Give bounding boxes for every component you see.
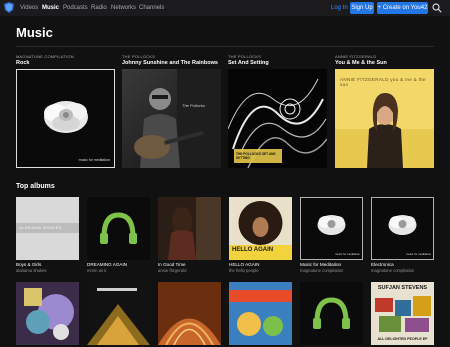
featured-kicker: THE POLLOCKS (122, 54, 156, 59)
album-cover[interactable]: THE POLLOCKS SET AND SETTING (228, 69, 327, 168)
search-icon[interactable] (432, 3, 442, 13)
album-cover[interactable] (229, 282, 292, 345)
album-tile[interactable] (229, 282, 292, 345)
featured-album-rock[interactable]: MAGNATUNE COMPILATION Rock music for med… (16, 54, 115, 168)
album-artist: alabama shakes (16, 268, 47, 273)
signup-button[interactable]: Sign Up (350, 2, 374, 14)
album-tile[interactable]: HELLO AGAIN HELLO AGAIN the hello people (229, 197, 292, 273)
album-tile[interactable]: music for meditation Electronica magnatu… (371, 197, 434, 273)
album-artist: magnatune compilation (300, 268, 344, 273)
album-cover[interactable] (87, 282, 150, 345)
cover-caption: ALABAMA SHAKES (19, 225, 63, 230)
album-tile[interactable] (16, 282, 79, 345)
album-tile[interactable] (87, 282, 150, 345)
album-cover[interactable]: music for meditation (16, 69, 115, 168)
cover-caption: music for meditation (78, 158, 110, 162)
nav-channels[interactable]: Channels (139, 4, 164, 12)
cover-caption: music for meditation (334, 252, 360, 256)
album-cover[interactable] (16, 282, 79, 345)
you42-logo-icon[interactable] (4, 2, 14, 13)
featured-title: You & Me & the Sun (335, 60, 387, 66)
nav-music[interactable]: Music (42, 4, 59, 12)
featured-album-you-me-sun[interactable]: ANNIE FITZGERALD You & Me & the Sun ANNI… (335, 54, 434, 168)
album-tile[interactable]: In Good Time annie fitzgerald (158, 197, 221, 273)
album-cover[interactable]: HELLO AGAIN (229, 197, 292, 260)
featured-title: Rock (16, 60, 30, 66)
nav-videos[interactable]: Videos (20, 4, 38, 12)
page-title: Music (16, 25, 53, 40)
album-cover[interactable]: ALABAMA SHAKES (16, 197, 79, 260)
create-button[interactable]: + Create on You42 (377, 2, 428, 14)
divider (16, 46, 434, 47)
nav-networks[interactable]: Networks (111, 4, 136, 12)
top-nav-bar: Videos Music Podcasts Radio Networks Cha… (0, 0, 450, 16)
featured-album-set-and-setting[interactable]: THE POLLOCKS Set And Setting THE POLLOCK… (228, 54, 327, 168)
nav-radio[interactable]: Radio (91, 4, 107, 12)
album-tile[interactable]: DREAMING AGAIN mmm as it (87, 197, 150, 273)
featured-title: Johnny Sunshine and The Rainbows (122, 60, 218, 66)
album-artist: annie fitzgerald (158, 268, 187, 273)
album-artist: the hello people (229, 268, 259, 273)
cover-caption: The Pollocks (182, 103, 205, 108)
cover-caption-2: ALL DELIGHTED PEOPLE EP (377, 337, 428, 341)
album-cover[interactable] (300, 282, 363, 345)
login-link[interactable]: Log In (331, 4, 348, 12)
cover-caption: music for meditation (405, 252, 431, 256)
album-cover[interactable]: music for meditation (371, 197, 434, 260)
featured-kicker: MAGNATUNE COMPILATION (16, 54, 74, 59)
cover-caption: SUFJAN STEVENS (377, 285, 428, 291)
cover-caption: HELLO AGAIN (232, 247, 274, 253)
album-artist: magnatune compilation (371, 268, 415, 273)
featured-kicker: ANNIE FITZGERALD (335, 54, 377, 59)
album-tile[interactable]: ALABAMA SHAKES Boys & Girls alabama shak… (16, 197, 79, 273)
album-cover[interactable]: The Pollocks (122, 69, 221, 168)
album-cover[interactable] (158, 197, 221, 260)
album-tile[interactable]: SUFJAN STEVENS ALL DELIGHTED PEOPLE EP (371, 282, 434, 345)
cover-caption: ANNIE FITZGERALD you & me & the sun (340, 77, 426, 87)
album-tile[interactable] (300, 282, 363, 345)
album-tile[interactable] (158, 282, 221, 345)
featured-kicker: THE POLLOCKS (228, 54, 262, 59)
album-cover[interactable] (87, 197, 150, 260)
nav-podcasts[interactable]: Podcasts (63, 4, 88, 12)
album-cover[interactable]: ANNIE FITZGERALD you & me & the sun (335, 69, 434, 168)
cover-caption: THE POLLOCKS SET AND SETTING (236, 152, 276, 160)
featured-title: Set And Setting (228, 60, 269, 66)
featured-album-johnny-sunshine[interactable]: THE POLLOCKS Johnny Sunshine and The Rai… (122, 54, 221, 168)
album-artist: mmm as it (87, 268, 107, 273)
album-tile[interactable]: music for meditation Music for Meditatio… (300, 197, 363, 273)
album-cover[interactable]: music for meditation (300, 197, 363, 260)
album-cover[interactable]: SUFJAN STEVENS ALL DELIGHTED PEOPLE EP (371, 282, 434, 345)
album-cover[interactable] (158, 282, 221, 345)
section-title-top-albums: Top albums (16, 183, 55, 190)
